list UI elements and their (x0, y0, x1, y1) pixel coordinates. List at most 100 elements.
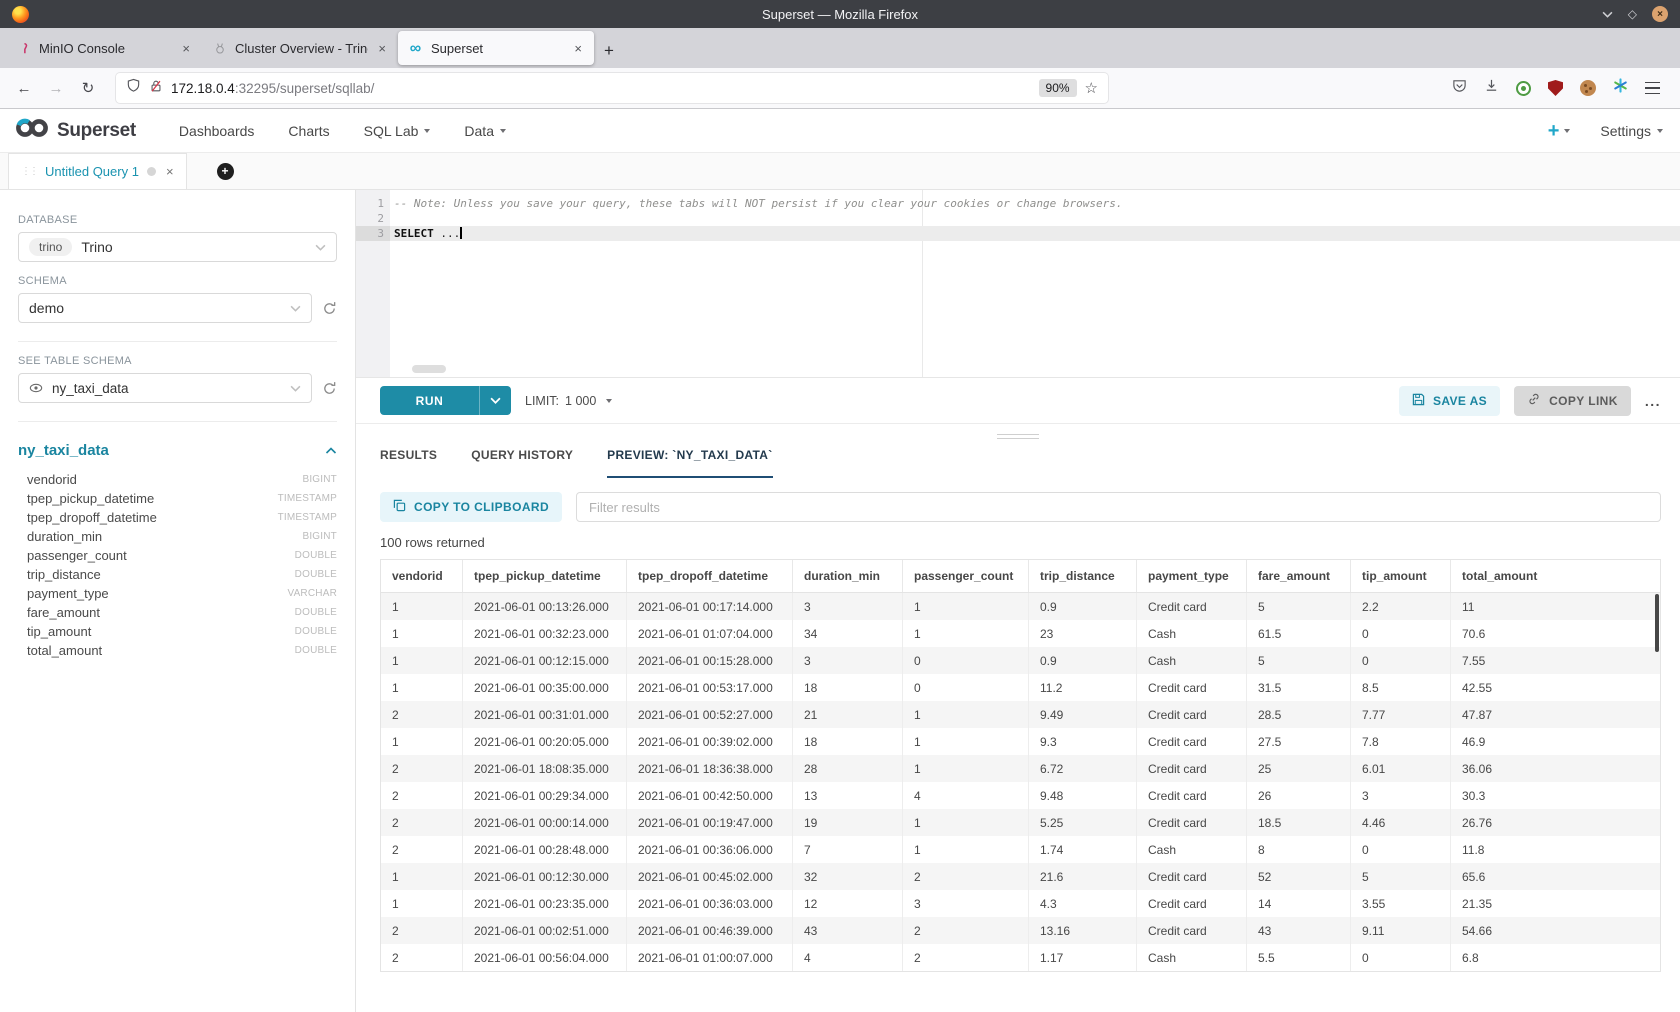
query-tab[interactable]: ⋮⋮ Untitled Query 1 × (8, 153, 187, 189)
cookie-extension-icon[interactable] (1580, 80, 1596, 96)
copy-to-clipboard-button[interactable]: COPY TO CLIPBOARD (380, 492, 562, 522)
database-select[interactable]: trino Trino (18, 232, 337, 262)
firefox-window: Superset — Mozilla Firefox ◇ × MinIO Con… (0, 0, 1680, 1012)
table-row: 12021-06-01 00:12:15.0002021-06-01 00:15… (381, 647, 1660, 674)
table-header-cell[interactable]: tip_amount (1351, 560, 1451, 592)
schema-column-row: tpep_pickup_datetime TIMESTAMP (18, 489, 337, 508)
column-type: VARCHAR (287, 588, 337, 599)
table-header-cell[interactable]: duration_min (793, 560, 903, 592)
tab-favicon-icon (212, 41, 227, 56)
pane-resize-handle[interactable] (356, 424, 1680, 448)
table-header-cell[interactable]: tpep_dropoff_datetime (627, 560, 793, 592)
table-cell: Credit card (1137, 593, 1247, 620)
window-titlebar: Superset — Mozilla Firefox ◇ × (0, 0, 1680, 28)
window-close-icon[interactable]: × (1652, 6, 1668, 22)
query-tab-close-icon[interactable]: × (166, 164, 174, 179)
browser-tab[interactable]: Cluster Overview - Trino × (202, 31, 398, 65)
drag-handle-icon[interactable]: ⋮⋮ (21, 166, 37, 177)
url-bar[interactable]: 172.18.0.4 :32295/superset/sqllab/ 90% ☆ (116, 73, 1108, 103)
table-select[interactable]: ny_taxi_data (18, 373, 312, 403)
shield-icon[interactable] (126, 78, 141, 98)
new-query-tab-button[interactable]: + (217, 163, 234, 180)
refresh-tables-icon[interactable] (322, 381, 337, 396)
nav-menu-item[interactable]: Charts (271, 109, 346, 153)
table-header-cell[interactable]: vendorid (381, 560, 463, 592)
table-header-cell[interactable]: fare_amount (1247, 560, 1351, 592)
run-options-chevron-icon[interactable] (480, 386, 511, 415)
nav-menu-item[interactable]: Data (447, 109, 523, 153)
tab-close-icon[interactable]: × (180, 41, 192, 56)
results-tabs: RESULTS QUERY HISTORY PREVIEW: `NY_TAXI_… (356, 448, 1680, 478)
filter-results-input[interactable] (576, 492, 1661, 522)
zoom-level-badge[interactable]: 90% (1039, 79, 1077, 97)
more-options-button[interactable]: ... (1645, 393, 1661, 409)
table-cell: 0.9 (1029, 647, 1137, 674)
nav-menu-item[interactable]: Dashboards (162, 109, 272, 153)
schema-select[interactable]: demo (18, 293, 312, 323)
results-pane-tab[interactable]: PREVIEW: `NY_TAXI_DATA` (607, 448, 772, 478)
table-cell: 1 (903, 701, 1029, 728)
brand-name[interactable]: Superset (57, 120, 136, 142)
new-item-button[interactable]: + (1548, 121, 1571, 141)
reload-button[interactable]: ↻ (76, 79, 100, 97)
window-maximize-icon[interactable]: ◇ (1628, 8, 1637, 20)
table-cell: 9.11 (1351, 917, 1451, 944)
table-cell: 0.9 (1029, 593, 1137, 620)
results-pane-tab-label: QUERY HISTORY (471, 448, 573, 462)
table-header-cell[interactable]: payment_type (1137, 560, 1247, 592)
editor-code-area[interactable]: -- Note: Unless you save your query, the… (390, 190, 1680, 377)
save-as-button[interactable]: SAVE AS (1399, 386, 1500, 416)
run-button[interactable]: RUN (380, 386, 480, 415)
limit-dropdown[interactable]: LIMIT: 1 000 (525, 394, 612, 408)
browser-tab[interactable]: MinIO Console × (6, 31, 202, 65)
table-cell: 1 (903, 809, 1029, 836)
tab-favicon-icon: ∞ (408, 41, 423, 56)
url-host: 172.18.0.4 (171, 81, 235, 96)
bookmark-star-icon[interactable]: ☆ (1085, 79, 1098, 97)
table-header-cell[interactable]: tpep_pickup_datetime (463, 560, 627, 592)
new-tab-button[interactable]: + (604, 42, 614, 59)
table-cell: Cash (1137, 836, 1247, 863)
tab-close-icon[interactable]: × (376, 41, 388, 56)
schema-column-row: vendorid BIGINT (18, 470, 337, 489)
table-cell: Credit card (1137, 782, 1247, 809)
table-header-cell[interactable]: total_amount (1451, 560, 1660, 592)
hamburger-menu-icon[interactable] (1645, 82, 1660, 94)
insecure-lock-icon[interactable] (149, 79, 163, 98)
schema-column-row: fare_amount DOUBLE (18, 603, 337, 622)
tab-close-icon[interactable]: × (572, 41, 584, 56)
table-vscrollbar-thumb[interactable] (1655, 594, 1659, 652)
window-title: Superset — Mozilla Firefox (0, 7, 1680, 22)
column-type: DOUBLE (295, 550, 337, 561)
schema-browser-table-name[interactable]: ny_taxi_data (18, 442, 109, 459)
downloads-icon[interactable] (1484, 78, 1499, 98)
table-cell: 4 (793, 944, 903, 971)
table-cell: Cash (1137, 647, 1247, 674)
superset-logo-icon[interactable] (14, 115, 50, 146)
sql-editor[interactable]: 1 2 3 -- Note: Unless you save your quer… (356, 190, 1680, 378)
multi-account-extension-icon[interactable] (1613, 78, 1628, 98)
back-button[interactable]: ← (12, 80, 36, 97)
browser-tab[interactable]: ∞ Superset × (398, 31, 594, 65)
copy-link-button[interactable]: COPY LINK (1514, 386, 1631, 416)
table-cell: 2021-06-01 00:12:30.000 (463, 863, 627, 890)
table-header-cell[interactable]: passenger_count (903, 560, 1029, 592)
editor-hscrollbar-thumb[interactable] (412, 365, 446, 373)
table-cell: 26 (1247, 782, 1351, 809)
ublock-extension-icon[interactable] (1548, 80, 1563, 96)
pocket-icon[interactable] (1452, 78, 1467, 98)
forward-button[interactable]: → (44, 80, 68, 97)
refresh-schemas-icon[interactable] (322, 301, 337, 316)
table-cell: 2021-06-01 00:28:48.000 (463, 836, 627, 863)
collapse-chevron-icon[interactable] (325, 447, 337, 455)
results-pane-tab[interactable]: QUERY HISTORY (471, 448, 573, 478)
results-pane-tab[interactable]: RESULTS (380, 448, 437, 478)
table-row: 12021-06-01 00:23:35.0002021-06-01 00:36… (381, 890, 1660, 917)
table-header-cell[interactable]: trip_distance (1029, 560, 1137, 592)
table-cell: 27.5 (1247, 728, 1351, 755)
privacy-badger-extension-icon[interactable] (1516, 81, 1531, 96)
window-shade-icon[interactable] (1602, 5, 1613, 23)
settings-menu[interactable]: Settings (1600, 123, 1663, 139)
nav-menu-item[interactable]: SQL Lab (347, 109, 448, 153)
table-cell: 3 (1351, 782, 1451, 809)
